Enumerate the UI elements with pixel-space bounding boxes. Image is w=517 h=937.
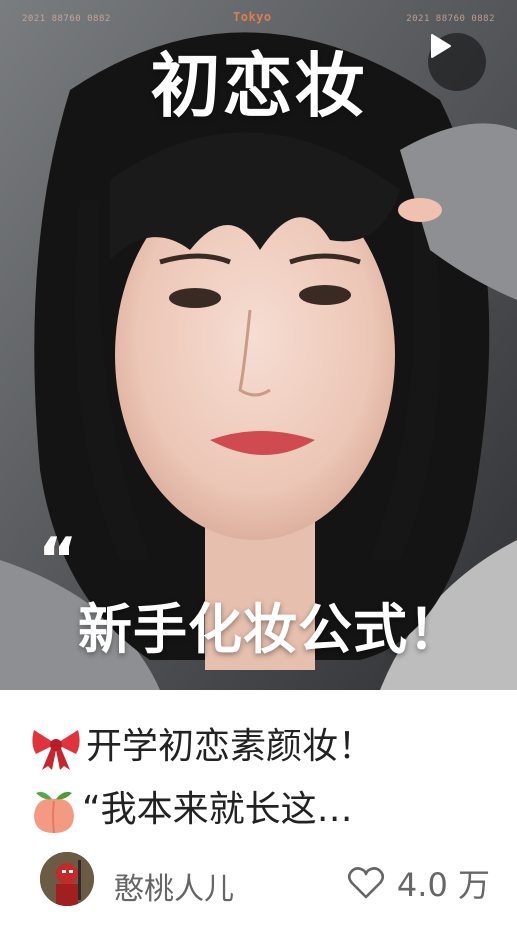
cover-overlay-subtitle: 新手化妆公式！ [78, 598, 463, 661]
post-title-text-2: “我本来就长这… [82, 789, 353, 830]
post-title-line-2[interactable]: “我本来就长这… [30, 780, 353, 835]
like-count: 4.0 万 [396, 866, 490, 904]
cover-image[interactable]: 2021 88760 0882 Tokyo 2021 88760 0882 初恋… [0, 0, 517, 690]
avatar-image [40, 852, 94, 906]
play-button[interactable] [428, 33, 486, 91]
play-icon [431, 34, 451, 58]
peach-icon [34, 791, 74, 834]
ribbon-bow-icon [32, 730, 80, 770]
watermark-center: Tokyo [233, 10, 272, 24]
post-title-text-1: 开学初恋素颜妆！ [86, 726, 375, 767]
post-title-line-1[interactable]: 开学初恋素颜妆！ [30, 717, 374, 772]
heart-outline-icon [347, 867, 384, 899]
note-card[interactable]: 2021 88760 0882 Tokyo 2021 88760 0882 初恋… [0, 0, 517, 937]
post-footer: 憨桃人儿 4.0 万 [40, 852, 490, 908]
cover-quote-mark: “ [38, 525, 78, 595]
author-name[interactable]: 憨桃人儿 [114, 864, 234, 908]
author-avatar[interactable] [40, 852, 94, 906]
like-button[interactable]: 4.0 万 [347, 860, 490, 906]
watermark-right: 2021 88760 0882 [406, 14, 495, 24]
watermark-left: 2021 88760 0882 [22, 14, 111, 24]
